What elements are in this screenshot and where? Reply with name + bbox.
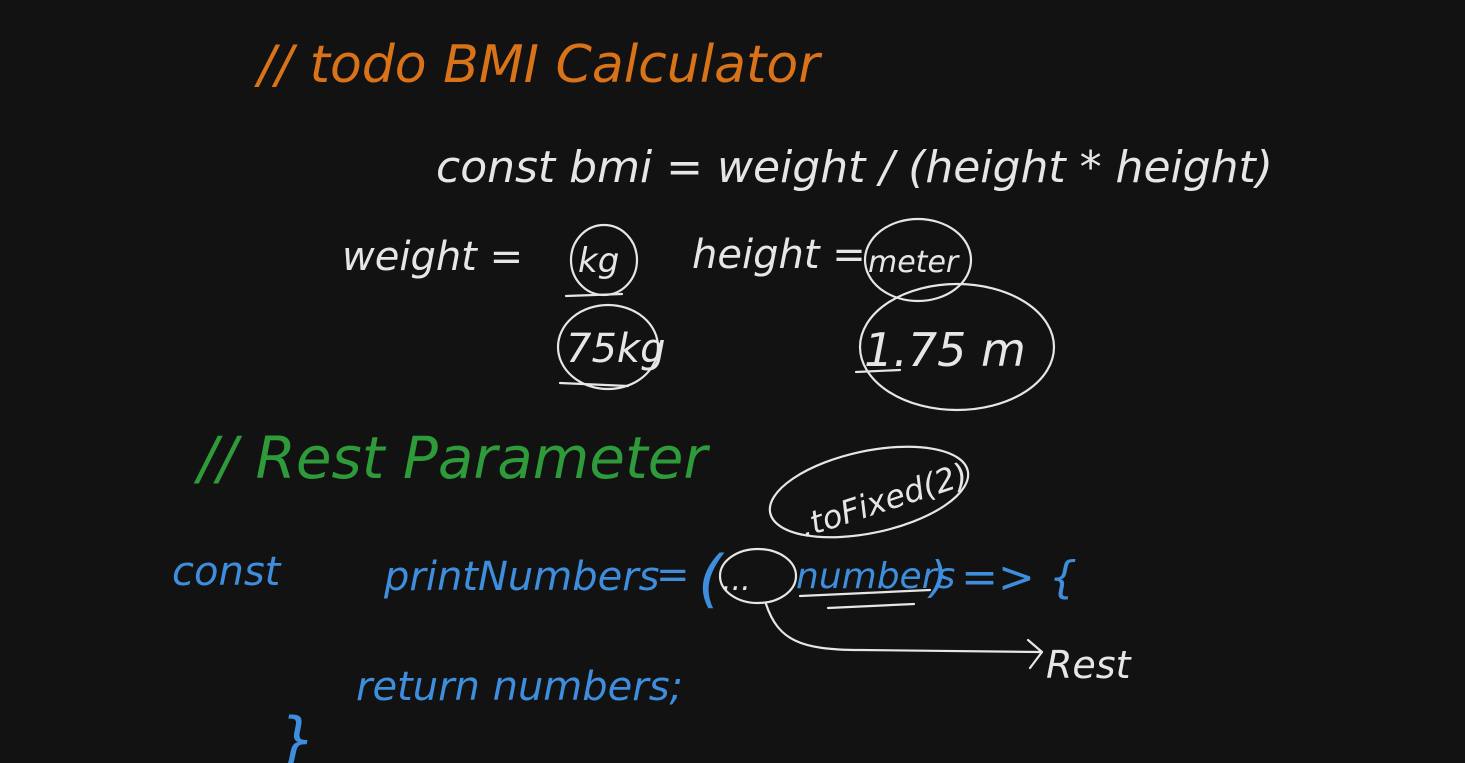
close-brace: } [278, 705, 316, 763]
close-paren-arrow: ) => { [927, 552, 1077, 603]
rest-label: Rest [1046, 643, 1133, 687]
whiteboard-canvas: // todo BMI Calculator const bmi = weigh… [0, 0, 1465, 763]
ink-layer: // todo BMI Calculator const bmi = weigh… [172, 35, 1273, 763]
todo-comment: // todo BMI Calculator [254, 35, 823, 95]
weight-label: weight = [342, 234, 523, 280]
const-keyword: const [172, 549, 282, 595]
weight-unit-underline [564, 292, 624, 298]
weight-example: 75kg [566, 326, 665, 372]
bmi-formula: const bmi = weight / (height * height) [436, 142, 1273, 193]
weight-unit: kg [578, 241, 619, 281]
rest-comment: // Rest Parameter [193, 424, 710, 492]
height-label: height = [692, 232, 866, 278]
function-name: printNumbers [383, 554, 660, 600]
weight-example-underline [558, 381, 630, 388]
return-statement: return numbers; [356, 664, 683, 710]
spread-operator: ... [722, 563, 751, 598]
rest-arrow [764, 602, 1044, 670]
height-unit: meter [868, 245, 960, 280]
height-example: 1.75 m [864, 323, 1026, 377]
assign-equals: = [656, 552, 690, 598]
